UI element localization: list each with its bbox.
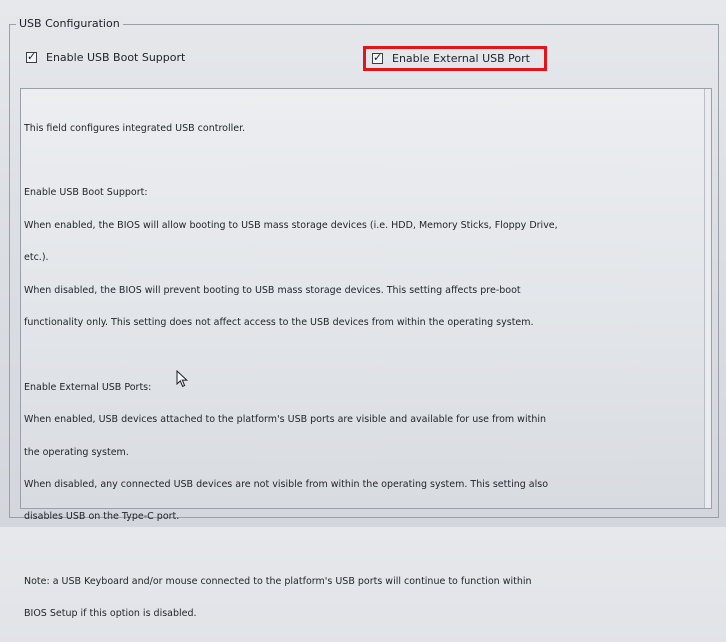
- usb-boot-support-label: Enable USB Boot Support: [46, 51, 186, 64]
- help-external-ports-heading: Enable External USB Ports:: [24, 381, 152, 393]
- help-text-pane: This field configures integrated USB con…: [20, 88, 712, 619]
- external-usb-port-label: Enable External USB Port: [392, 52, 530, 65]
- help-external-ports-section: Enable External USB Ports: When enabled,…: [24, 361, 711, 545]
- help-note: Note: a USB Keyboard and/or mouse connec…: [24, 576, 532, 620]
- arrow-pointer-icon: [176, 370, 189, 388]
- external-usb-port-option[interactable]: ✓ Enable External USB Port: [363, 46, 547, 71]
- help-intro: This field configures integrated USB con…: [24, 122, 246, 134]
- help-scrollbar[interactable]: [704, 89, 711, 508]
- usb-boot-support-checkbox[interactable]: ✓: [26, 50, 37, 63]
- checkmark-icon: ✓: [27, 50, 37, 63]
- checkmark-icon: ✓: [373, 51, 383, 64]
- group-title: USB Configuration: [16, 16, 123, 32]
- usb-boot-support-option[interactable]: ✓ Enable USB Boot Support: [26, 51, 185, 64]
- external-usb-port-checkbox[interactable]: ✓: [372, 51, 383, 64]
- help-boot-support-heading: Enable USB Boot Support:: [24, 187, 148, 199]
- help-boot-support-section: Enable USB Boot Support: When enabled, t…: [24, 167, 711, 351]
